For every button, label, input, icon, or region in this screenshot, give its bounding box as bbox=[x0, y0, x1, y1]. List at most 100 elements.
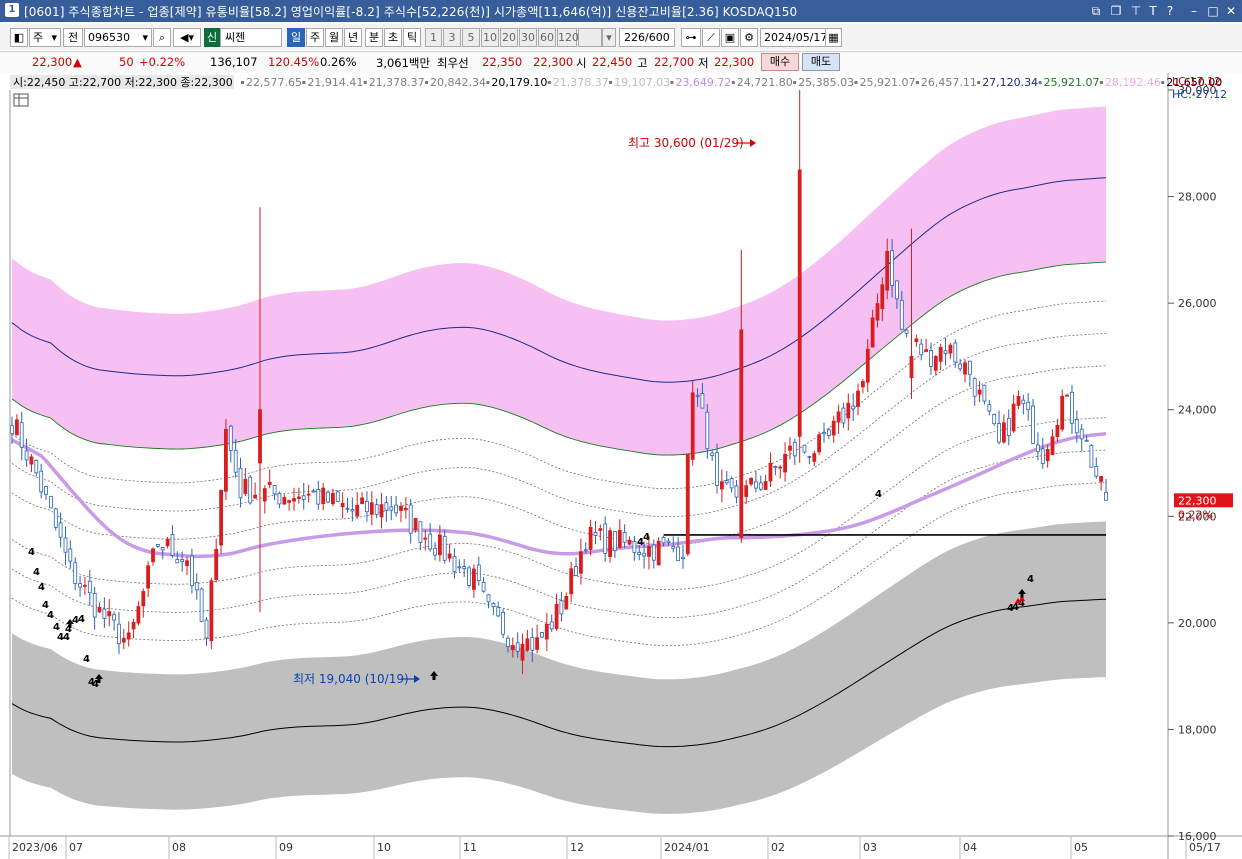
save-icon[interactable]: ▣ bbox=[721, 28, 739, 47]
candle-body bbox=[953, 342, 958, 363]
candle-body bbox=[53, 508, 58, 528]
candle-body bbox=[554, 603, 559, 629]
interval-button-0[interactable]: 1 bbox=[425, 28, 442, 47]
speaker-icon[interactable]: ◀▾ bbox=[173, 28, 201, 47]
candle-body bbox=[102, 608, 107, 619]
date-input[interactable]: 2024/05/17 bbox=[760, 28, 827, 47]
x-tick-label: 2023/06 bbox=[12, 841, 58, 854]
candle-body bbox=[97, 606, 102, 613]
interval-button-4[interactable]: 20 bbox=[500, 28, 518, 47]
count-value: 226 bbox=[624, 31, 645, 44]
candle-body bbox=[277, 492, 282, 505]
candle-body bbox=[987, 404, 992, 412]
candle-body bbox=[890, 250, 894, 286]
chart-area[interactable]: 최고 30,600 (01/29) 최저 19,040 (10/19) 4 4 4 4 4 4… bbox=[0, 73, 1242, 859]
indicator-bullet bbox=[915, 81, 919, 84]
period-tab-2[interactable]: 월 bbox=[325, 28, 343, 47]
prev-button[interactable]: 전 bbox=[63, 28, 83, 47]
indicator-bullet bbox=[854, 81, 858, 84]
gear-icon[interactable]: ⚙ bbox=[740, 28, 758, 47]
candle-body bbox=[175, 559, 180, 564]
candle-body bbox=[355, 504, 360, 517]
y-tick-label: 20,000 bbox=[1178, 617, 1217, 630]
candle-body bbox=[10, 425, 14, 435]
candle-body bbox=[491, 602, 496, 608]
candle-body bbox=[63, 537, 68, 553]
candle-body bbox=[326, 491, 330, 503]
candle-body bbox=[403, 507, 408, 511]
candle-body bbox=[340, 502, 345, 508]
buy-button[interactable]: 매수 bbox=[761, 53, 799, 71]
calendar-icon[interactable]: ▦ bbox=[825, 28, 842, 47]
candle-body bbox=[374, 504, 379, 515]
interval-button-3[interactable]: 10 bbox=[481, 28, 499, 47]
candle-body bbox=[228, 425, 233, 451]
candle-body bbox=[107, 611, 112, 617]
sell-button[interactable]: 매도 bbox=[802, 53, 840, 71]
draw-icon[interactable]: ⟋ bbox=[702, 28, 720, 47]
candle-body bbox=[632, 541, 637, 553]
candle-body bbox=[909, 355, 914, 379]
period-select[interactable]: 주 ▾ bbox=[29, 28, 61, 47]
interval-button-1[interactable]: 3 bbox=[443, 28, 461, 47]
candle-body bbox=[447, 553, 452, 559]
copy-icon[interactable]: ⧉ bbox=[1088, 3, 1104, 19]
candle-body bbox=[136, 606, 141, 624]
period-tab-3[interactable]: 년 bbox=[344, 28, 362, 47]
interval-custom[interactable] bbox=[578, 28, 602, 47]
window-icon[interactable]: ❐ bbox=[1108, 3, 1124, 19]
interval-button-6[interactable]: 60 bbox=[538, 28, 556, 47]
indicator-bullet bbox=[977, 81, 981, 84]
candle-body bbox=[992, 413, 997, 425]
maximize-icon[interactable]: □ bbox=[1205, 3, 1221, 19]
candle-body bbox=[394, 504, 399, 514]
interval-button-2[interactable]: 5 bbox=[462, 28, 480, 47]
pin-icon[interactable]: ⊤ bbox=[1128, 3, 1144, 19]
candle-body bbox=[656, 540, 661, 566]
window-title: [0601] 주식종합차트 - 업종[제약] 유통비율[58.2] 영업이익률[… bbox=[24, 5, 798, 19]
indicator-value-13: 25,921.07 bbox=[1044, 76, 1100, 89]
candle-body bbox=[817, 434, 821, 453]
ohlc-text: 시:22,450 고:22,700 저:22,300 종:22,300 bbox=[13, 76, 233, 89]
candle-body bbox=[423, 537, 428, 540]
code-input[interactable]: 096530 ▾ bbox=[84, 28, 152, 47]
chart-tool-icon[interactable]: ⊶ bbox=[681, 28, 701, 47]
period-tab-6[interactable]: 틱 bbox=[403, 28, 421, 47]
candle-body bbox=[831, 420, 836, 436]
candle-body bbox=[598, 528, 603, 531]
minimize-icon[interactable]: – bbox=[1186, 3, 1202, 19]
candle-body bbox=[369, 502, 374, 515]
count-input[interactable]: 226/600 bbox=[619, 28, 675, 47]
period-tab-5[interactable]: 초 bbox=[384, 28, 402, 47]
candle-body bbox=[676, 546, 680, 562]
candle-body bbox=[685, 454, 690, 555]
interval-button-5[interactable]: 30 bbox=[519, 28, 537, 47]
period-tab-0[interactable]: 일 bbox=[287, 28, 305, 47]
candle-body bbox=[642, 552, 646, 557]
search-icon[interactable]: ⌕ bbox=[153, 28, 171, 47]
candle-body bbox=[330, 492, 335, 505]
candle-body bbox=[958, 363, 962, 370]
candle-body bbox=[846, 402, 851, 419]
text-icon[interactable]: T bbox=[1145, 3, 1161, 19]
period-tab-1[interactable]: 주 bbox=[306, 28, 324, 47]
candle-body bbox=[666, 540, 671, 543]
best-bid: 22,350 bbox=[482, 55, 523, 69]
candle-body bbox=[812, 453, 817, 462]
candle-body bbox=[185, 560, 189, 566]
candle-body bbox=[608, 530, 612, 558]
signal-marker: 4 bbox=[643, 532, 650, 543]
close-icon[interactable]: ✕ bbox=[1223, 3, 1239, 19]
help-icon[interactable]: ? bbox=[1162, 3, 1178, 19]
period-tab-4[interactable]: 분 bbox=[365, 28, 383, 47]
price-chart[interactable]: 최고 30,600 (01/29) 최저 19,040 (10/19) 4 4 4 4 4 4… bbox=[0, 73, 1242, 859]
indicator-bullet bbox=[363, 81, 367, 84]
interval-button-7[interactable]: 120 bbox=[557, 28, 579, 47]
layout-icon[interactable]: ◧ bbox=[10, 28, 28, 47]
candle-body bbox=[379, 504, 384, 518]
interval-dropdown[interactable]: ▾ bbox=[602, 28, 616, 47]
candle-body bbox=[87, 580, 92, 594]
indicator-bullet bbox=[793, 81, 797, 84]
candle-body bbox=[564, 596, 569, 610]
stock-name-field[interactable]: 씨젠 bbox=[220, 28, 282, 47]
